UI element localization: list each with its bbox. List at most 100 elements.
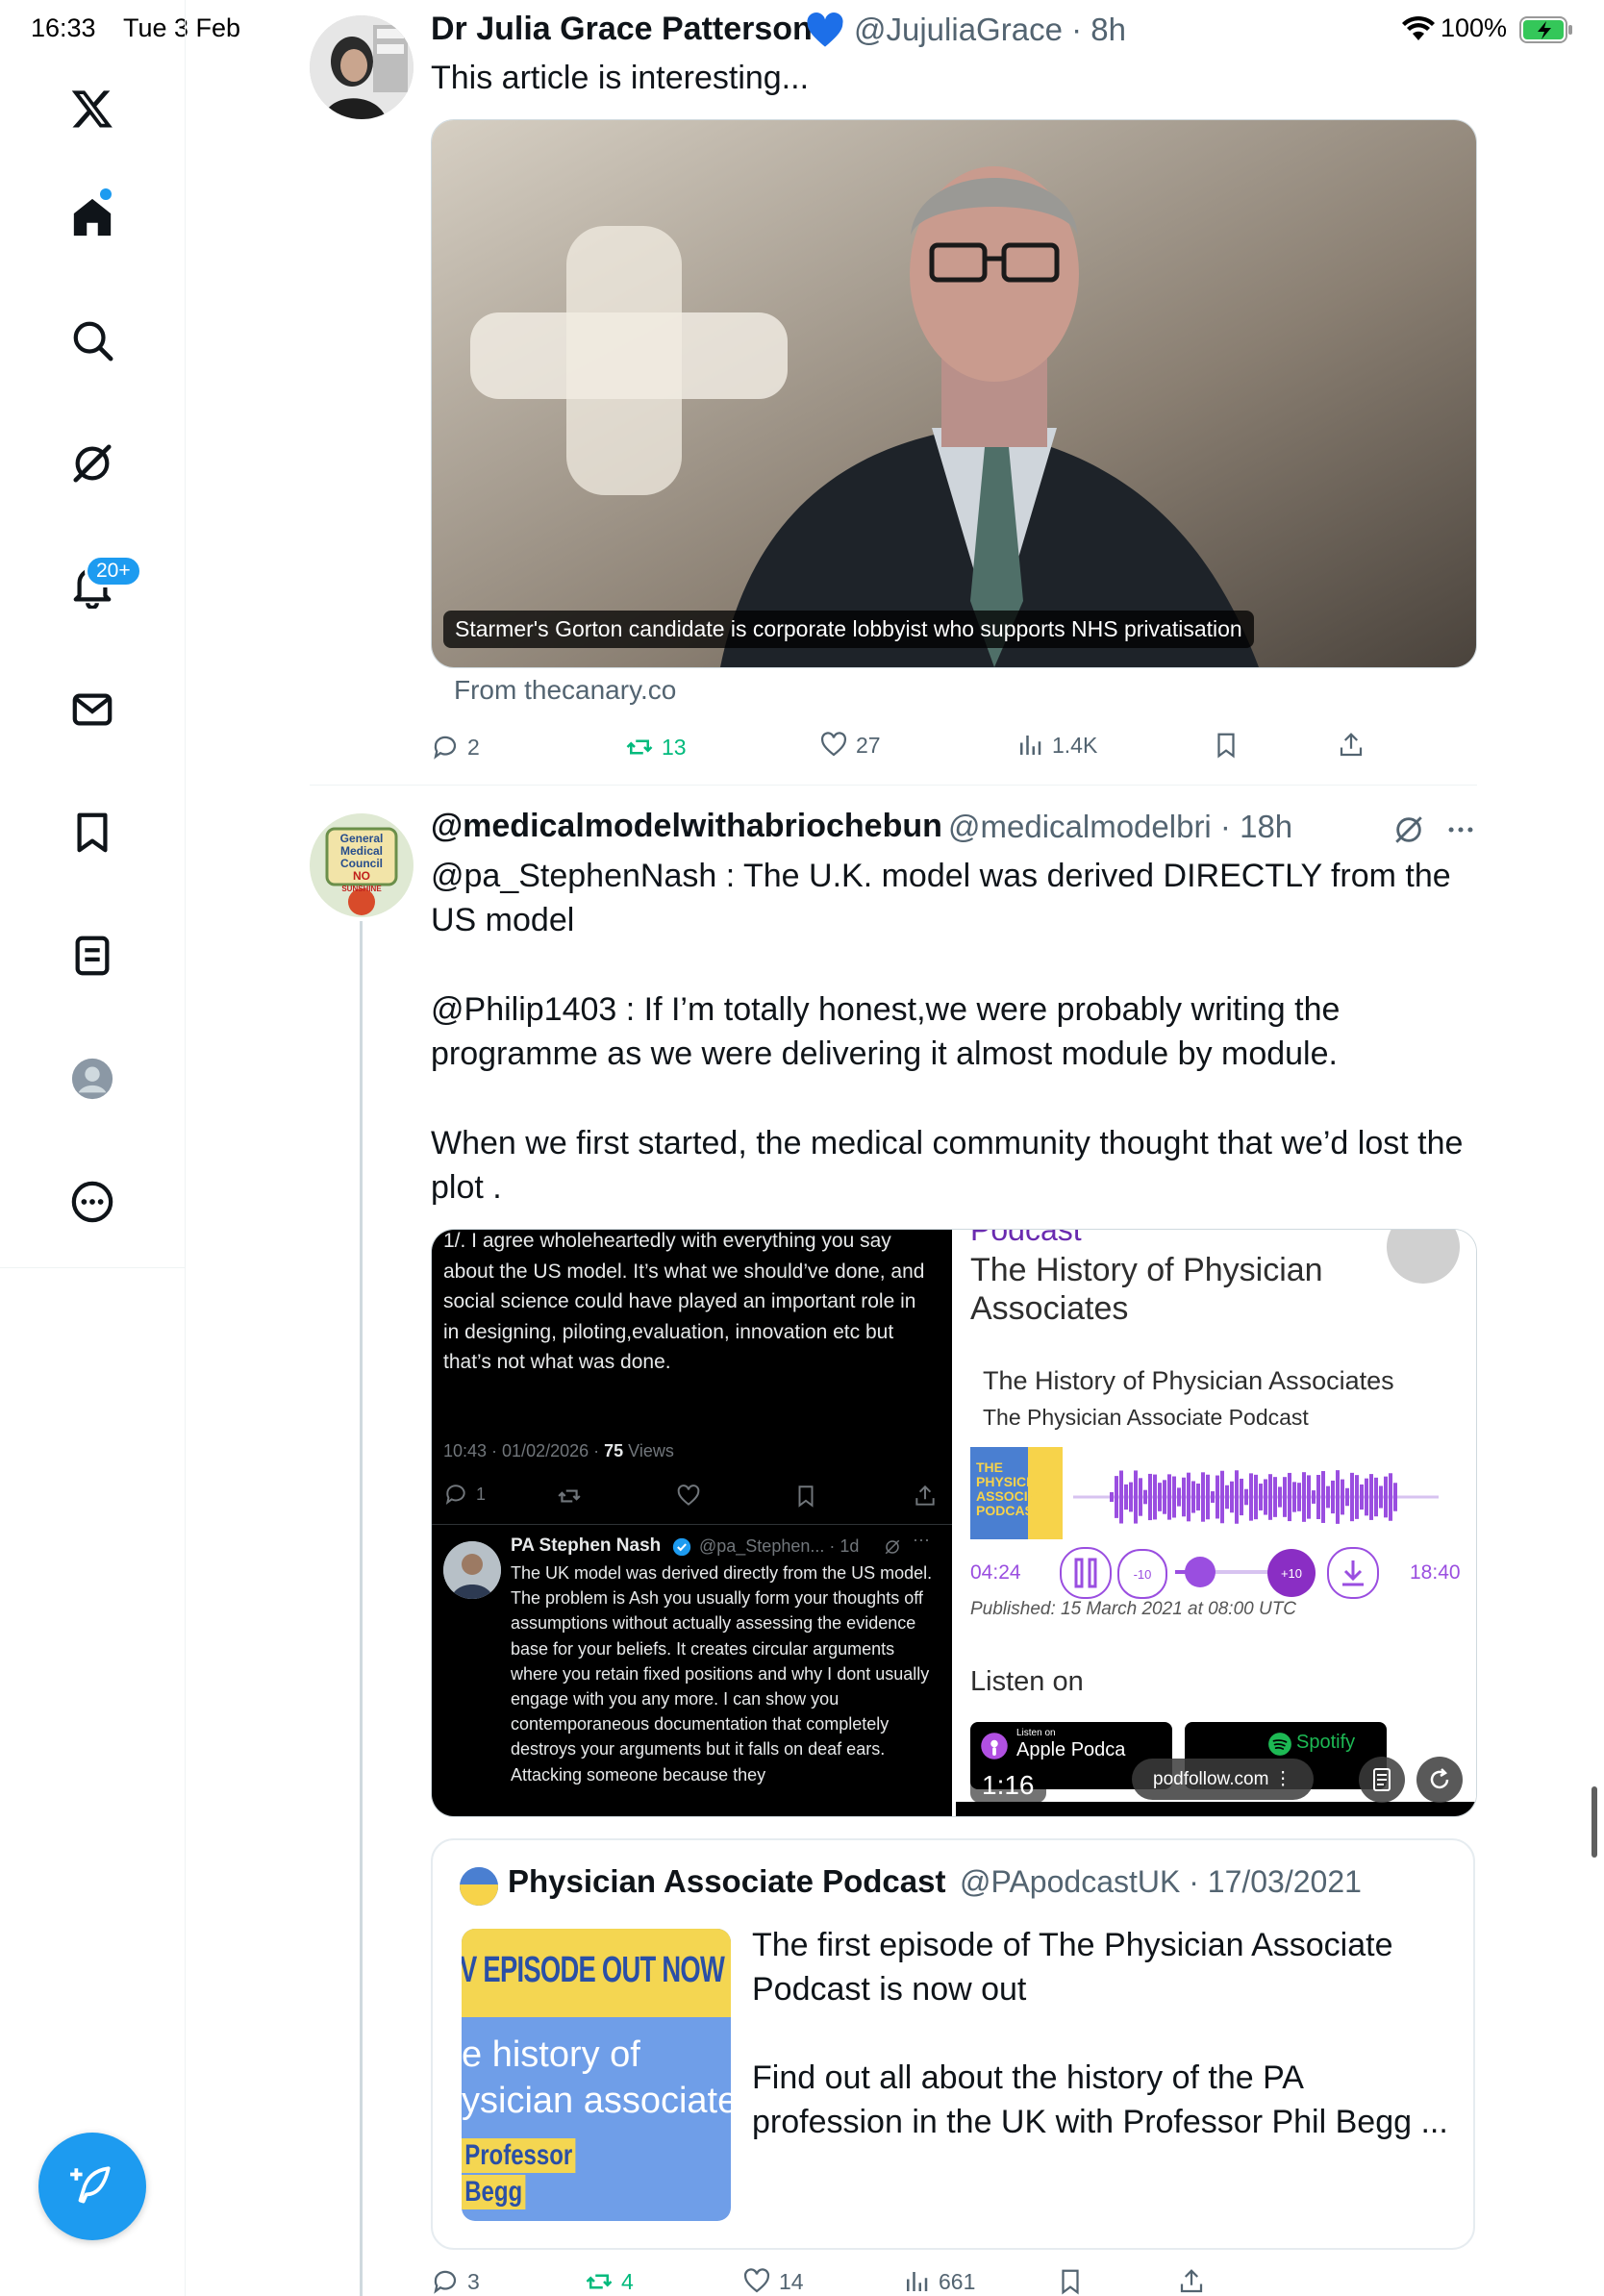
embedded-screenshot-1[interactable]: 1/. I agree wholeheartedly with everythi… (432, 1230, 952, 1816)
author-avatar[interactable]: General Medical Council NO SUNSHINE (310, 813, 414, 917)
apple-badge-small-text: Listen on (1016, 1728, 1056, 1738)
bookmark-button[interactable] (1056, 2267, 1085, 2296)
messages-icon[interactable] (63, 681, 121, 738)
quoted-text-1: The first episode of The Physician Assoc… (752, 1927, 1393, 2008)
retweet-button[interactable]: 13 (625, 733, 687, 761)
screenshot1-meta: 10:43 · 01/02/2026 · 75 Views (443, 1441, 674, 1461)
more-options-icon[interactable] (1444, 813, 1477, 851)
heart-icon (677, 1485, 700, 1506)
rewind-10-button[interactable]: -10 (1117, 1549, 1167, 1599)
feather-plus-icon (70, 2166, 111, 2204)
retweet-icon (626, 739, 653, 755)
reply-button[interactable]: 3 (431, 2267, 480, 2296)
author-handle-time[interactable]: @JujuliaGrace · 8h (854, 12, 1126, 48)
apple-podcasts-icon (981, 1733, 1008, 1759)
author-name[interactable]: Dr Julia Grace Patterson (431, 11, 813, 48)
compose-post-button[interactable] (38, 2133, 146, 2240)
lists-icon[interactable] (63, 927, 121, 985)
screenshot2-top-cut: Podcast (970, 1230, 1082, 1247)
home-icon[interactable] (63, 188, 121, 246)
views-button[interactable]: 1.4K (1015, 731, 1097, 760)
bookmark-icon (798, 1485, 814, 1508)
card-source[interactable]: From thecanary.co (454, 675, 676, 706)
screenshot1-reply-handle: @pa_Stephen... · 1d (699, 1536, 860, 1556)
elapsed-time: 04:24 (970, 1561, 1021, 1584)
screenshot2-close-circle (1387, 1230, 1460, 1284)
retweet-icon (558, 1489, 581, 1503)
reply-count: 2 (467, 734, 480, 760)
bookmark-icon (1062, 2269, 1079, 2295)
like-count: 27 (856, 732, 881, 758)
tweet-text-para2: @Philip1403 : If I’m totally honest,we w… (431, 991, 1341, 1072)
thumb-line-3: ysician associate (462, 2081, 731, 2121)
reply-count: 3 (467, 2268, 480, 2294)
tweet-text-para1: @pa_StephenNash : The U.K. model was der… (431, 858, 1451, 938)
grok-icon[interactable] (63, 435, 121, 492)
bookmarks-icon[interactable] (63, 804, 121, 861)
quoted-author-handle-time: @PApodcastUK · 17/03/2021 (960, 1864, 1362, 1899)
author-name[interactable]: @medicalmodelwithabriochebun (431, 808, 942, 845)
spotify-icon (1268, 1733, 1291, 1756)
like-button[interactable]: 27 (819, 731, 881, 760)
reply-icon (434, 736, 457, 760)
share-icon (1340, 733, 1363, 757)
link-card[interactable]: Starmer's Gorton candidate is corporate … (431, 119, 1477, 668)
card-caption: Starmer's Gorton candidate is corporate … (443, 611, 1254, 648)
pause-button[interactable] (1060, 1547, 1112, 1599)
grok-icon[interactable] (1392, 813, 1425, 851)
views-button[interactable]: 661 (902, 2267, 975, 2296)
browser-url-pill[interactable]: podfollow.com ⋮ (1132, 1759, 1314, 1800)
avatar-text-5: SUNSHINE (341, 885, 382, 893)
search-icon[interactable] (63, 312, 121, 369)
views-chart-icon (907, 2272, 928, 2291)
screenshot1-views-number: 75 (604, 1441, 624, 1460)
reply-icon (445, 1485, 465, 1506)
listen-on-label: Listen on (970, 1666, 1084, 1697)
podcast-cover: THE PHYSICIAN ASSOCIATE PODCAST (970, 1447, 1063, 1539)
spotify-badge-text: Spotify (1296, 1732, 1356, 1753)
article-image (432, 120, 1476, 667)
share-button[interactable] (1177, 2267, 1206, 2296)
retweet-icon (586, 2274, 613, 2289)
thumb-line-4: Professor (462, 2138, 576, 2173)
more-options-icon: ··· (913, 1530, 930, 1549)
screenshot1-meta-time: 10:43 · 01/02/2026 · (443, 1441, 605, 1460)
quoted-text-2: Find out all about the history of the PA… (752, 2059, 1448, 2140)
like-button[interactable]: 14 (742, 2267, 804, 2296)
wifi-icon (1402, 15, 1435, 47)
retweet-button[interactable]: 4 (585, 2267, 634, 2296)
avatar-text-4: NO (353, 869, 370, 883)
screenshot1-views-label: Views (623, 1441, 674, 1460)
home-new-dot (100, 188, 112, 200)
more-icon[interactable] (63, 1173, 121, 1231)
reply-button[interactable]: 2 (431, 733, 480, 761)
tweet-text-para3: When we first started, the medical commu… (431, 1125, 1464, 1206)
embedded-screenshot-2[interactable]: Podcast The History of Physician Associa… (956, 1230, 1476, 1816)
reader-mode-button[interactable] (1359, 1757, 1405, 1803)
reload-button[interactable] (1416, 1757, 1463, 1803)
reader-icon (1373, 1768, 1391, 1791)
share-icon (915, 1485, 935, 1506)
screenshot1-divider (432, 1524, 952, 1525)
x-logo-icon[interactable] (63, 80, 121, 137)
like-count: 14 (779, 2268, 804, 2294)
share-button[interactable] (1337, 731, 1366, 760)
apple-badge-text: Apple Podca (1016, 1739, 1126, 1760)
author-avatar[interactable] (310, 15, 414, 119)
scrubber-thumb[interactable] (1185, 1557, 1216, 1587)
screenshot1-reply-name: PA Stephen Nash (511, 1535, 662, 1556)
episode-title: The History of Physician Associates (983, 1366, 1394, 1395)
share-icon (1180, 2269, 1203, 2293)
bookmark-button[interactable] (1212, 731, 1241, 760)
author-handle-time[interactable]: @medicalmodelbri · 18h (948, 809, 1292, 845)
forward-10-button[interactable]: +10 (1267, 1549, 1316, 1597)
screenshot1-reply: 1 (443, 1482, 486, 1507)
download-button[interactable] (1327, 1547, 1379, 1599)
audio-waveform (1073, 1470, 1439, 1524)
scrollbar[interactable] (1591, 1786, 1597, 1858)
profile-icon[interactable] (63, 1050, 121, 1108)
episode-show: The Physician Associate Podcast (983, 1405, 1309, 1430)
media-grid[interactable]: 1/. I agree wholeheartedly with everythi… (431, 1229, 1477, 1817)
quoted-tweet[interactable]: Physician Associate Podcast @PApodcastUK… (431, 1838, 1475, 2250)
reload-icon (1430, 1768, 1449, 1789)
